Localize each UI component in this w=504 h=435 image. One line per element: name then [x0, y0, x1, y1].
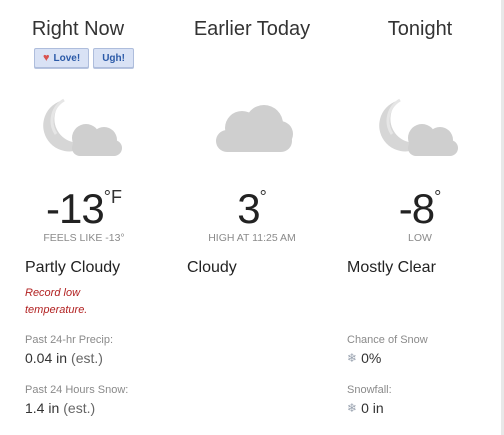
- feels-like: FEELS LIKE -13°: [43, 232, 125, 244]
- snow-value: 1.4 in (est.): [25, 400, 95, 416]
- column-header: Earlier Today: [193, 18, 311, 40]
- snowfall-amount: 0 in: [361, 400, 384, 416]
- chance-of-snow-label: Chance of Snow: [347, 334, 428, 346]
- temperature-value: 3: [237, 185, 260, 232]
- high-time: HIGH AT 11:25 AM: [208, 232, 296, 244]
- snowflake-icon: ❄: [347, 401, 358, 415]
- record-note: Record low temperature.: [25, 287, 88, 316]
- precip-label: Past 24-hr Precip:: [25, 334, 114, 346]
- temperature-value: -13: [46, 185, 105, 232]
- snow-estimate: (est.): [63, 400, 96, 416]
- current-temperature: -13°F: [0, 185, 168, 233]
- ugh-label: Ugh!: [102, 52, 125, 64]
- low-label: LOW: [408, 232, 432, 244]
- column-tonight: Tonight -8° LOW Mostly Clear Chance of S…: [336, 0, 504, 435]
- moon-cloud-icon: [379, 98, 458, 156]
- precip-estimate: (est.): [71, 350, 103, 366]
- chance-of-snow-value: ❄ 0%: [347, 350, 381, 366]
- love-button[interactable]: ♥ Love!: [34, 48, 90, 68]
- condition-text: Mostly Clear: [347, 259, 436, 276]
- column-earlier-today: Earlier Today 3° HIGH AT 11:25 AM Cloudy: [168, 0, 336, 435]
- precip-amount: 0.04 in: [25, 350, 68, 366]
- precip-value: 0.04 in (est.): [25, 350, 103, 366]
- love-label: Love!: [53, 52, 81, 64]
- snowfall-value: ❄ 0 in: [347, 400, 384, 416]
- condition-text: Cloudy: [187, 259, 237, 276]
- earlier-temperature: 3°: [168, 185, 336, 233]
- column-header: Right Now: [31, 18, 125, 40]
- temperature-unit: °: [434, 187, 442, 207]
- condition-text: Partly Cloudy: [25, 259, 121, 276]
- column-right-now: Right Now ♥ Love! Ugh! -13°F FEELS LIKE …: [0, 0, 168, 435]
- cloud-icon: [216, 105, 293, 152]
- temperature-value: -8: [398, 185, 435, 232]
- snowflake-icon: ❄: [347, 351, 358, 365]
- temperature-unit: °: [259, 187, 267, 207]
- moon-cloud-icon: [43, 98, 122, 156]
- chance-of-snow-amount: 0%: [361, 350, 382, 366]
- snowfall-label: Snowfall:: [347, 384, 392, 396]
- reaction-badges: ♥ Love! Ugh!: [34, 48, 134, 68]
- ugh-button[interactable]: Ugh!: [93, 48, 134, 68]
- temperature-unit: °F: [103, 187, 122, 207]
- tonight-temperature: -8°: [336, 185, 504, 233]
- column-header: Tonight: [387, 18, 453, 40]
- heart-icon: ♥: [43, 51, 50, 64]
- snow-label: Past 24 Hours Snow:: [25, 384, 129, 396]
- snow-amount: 1.4 in: [25, 400, 60, 416]
